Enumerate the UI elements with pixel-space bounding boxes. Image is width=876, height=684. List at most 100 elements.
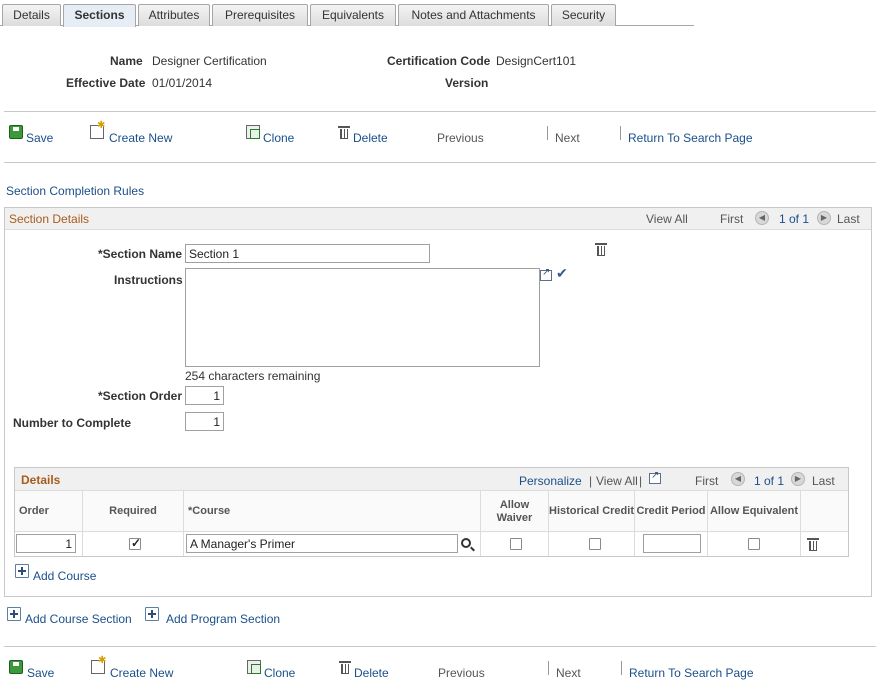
grid-view-all-link[interactable]: View All xyxy=(596,474,638,488)
grid-separator: | xyxy=(589,474,593,488)
credit-period-cell xyxy=(635,532,708,556)
save-button[interactable]: Save xyxy=(26,131,53,145)
toolbar-separator xyxy=(621,661,622,675)
tab-security[interactable]: Security xyxy=(551,4,616,26)
previous-button[interactable]: Previous xyxy=(437,131,484,145)
section-details-header: Section Details View All First ◀ 1 of 1 … xyxy=(5,208,871,230)
save-icon[interactable] xyxy=(9,660,23,674)
next-row-icon[interactable]: ▶ xyxy=(817,211,831,225)
column-required[interactable]: Required xyxy=(83,491,184,532)
instructions-label: Instructions xyxy=(114,273,183,287)
historical-credit-checkbox[interactable] xyxy=(589,538,601,550)
details-grid: Details Personalize | View All | First ◀… xyxy=(14,467,849,557)
grid-row-range: 1 of 1 xyxy=(754,474,785,488)
first-label: First xyxy=(720,212,744,226)
add-course-link[interactable]: Add Course xyxy=(33,569,96,583)
toolbar-separator xyxy=(547,126,548,140)
zoom-grid-icon[interactable] xyxy=(649,470,661,484)
required-checkbox[interactable] xyxy=(129,536,141,550)
section-details-title: Section Details xyxy=(9,212,90,226)
expand-icon[interactable] xyxy=(540,267,552,281)
add-program-section-icon[interactable] xyxy=(145,607,159,621)
delete-button[interactable]: Delete xyxy=(353,131,388,145)
section-name-input[interactable] xyxy=(185,244,430,263)
add-course-section-icon[interactable] xyxy=(7,607,21,621)
allow-waiver-checkbox[interactable] xyxy=(510,538,522,550)
tab-label: Attributes xyxy=(148,8,200,22)
allow-equivalent-checkbox[interactable] xyxy=(748,538,760,550)
section-name-label: *Section Name xyxy=(98,247,183,261)
allow-waiver-cell xyxy=(481,532,549,556)
clone-icon[interactable] xyxy=(246,125,260,139)
save-button[interactable]: Save xyxy=(27,666,54,680)
tab-prerequisites[interactable]: Prerequisites xyxy=(212,4,308,26)
next-button[interactable]: Next xyxy=(555,131,580,145)
save-icon[interactable] xyxy=(9,125,23,139)
tab-notes-and-attachments[interactable]: Notes and Attachments xyxy=(398,4,549,26)
previous-row-icon[interactable]: ◀ xyxy=(755,211,769,225)
number-to-complete-input[interactable] xyxy=(185,412,224,431)
add-course-icon[interactable] xyxy=(15,564,29,578)
grid-next-icon[interactable]: ▶ xyxy=(791,472,805,486)
delete-row-icon[interactable] xyxy=(807,537,819,551)
clone-button[interactable]: Clone xyxy=(264,666,295,680)
column-order[interactable]: Order xyxy=(15,491,83,532)
course-input[interactable] xyxy=(186,534,458,553)
effective-date-value: 01/01/2014 xyxy=(152,76,213,90)
column-course[interactable]: *Course xyxy=(184,491,481,532)
section-order-input[interactable] xyxy=(185,386,224,405)
required-cell xyxy=(83,532,184,556)
allow-equivalent-cell xyxy=(708,532,801,556)
personalize-link[interactable]: Personalize xyxy=(519,474,582,488)
create-new-button[interactable]: Create New xyxy=(110,666,173,680)
create-new-icon[interactable] xyxy=(91,655,106,674)
effective-date-label: Effective Date xyxy=(66,76,146,90)
column-allow-equivalent[interactable]: Allow Equivalent xyxy=(708,491,801,532)
delete-icon[interactable] xyxy=(338,125,350,139)
tab-bar: Details Sections Attributes Prerequisite… xyxy=(0,4,694,27)
details-grid-title: Details xyxy=(21,473,61,487)
add-program-section-link[interactable]: Add Program Section xyxy=(166,612,280,626)
delete-section-icon[interactable] xyxy=(595,242,607,256)
clone-icon[interactable] xyxy=(247,660,261,674)
create-new-icon[interactable] xyxy=(90,120,105,139)
return-to-search-button[interactable]: Return To Search Page xyxy=(628,131,753,145)
order-input[interactable] xyxy=(16,534,76,553)
divider xyxy=(4,111,876,112)
credit-period-input[interactable] xyxy=(643,534,701,553)
column-historical-credit[interactable]: Historical Credit xyxy=(549,491,635,532)
tab-sections[interactable]: Sections xyxy=(63,4,136,27)
spell-check-icon[interactable]: ✔ xyxy=(556,265,568,282)
grid-previous-icon[interactable]: ◀ xyxy=(731,472,745,486)
section-order-label: *Section Order xyxy=(98,389,183,403)
tab-attributes[interactable]: Attributes xyxy=(138,4,210,26)
create-new-button[interactable]: Create New xyxy=(109,131,172,145)
delete-icon[interactable] xyxy=(339,660,351,674)
tab-equivalents[interactable]: Equivalents xyxy=(310,4,396,26)
version-label: Version xyxy=(445,76,489,90)
order-cell xyxy=(15,532,83,556)
instructions-textarea[interactable] xyxy=(185,268,540,367)
divider xyxy=(4,162,876,163)
column-allow-waiver[interactable]: Allow Waiver xyxy=(481,491,549,532)
previous-button[interactable]: Previous xyxy=(438,666,485,680)
grid-last-label: Last xyxy=(812,474,835,488)
next-button[interactable]: Next xyxy=(556,666,581,680)
return-to-search-button[interactable]: Return To Search Page xyxy=(629,666,754,680)
certification-code-label: Certification Code xyxy=(387,54,491,68)
column-credit-period[interactable]: Credit Period xyxy=(635,491,708,532)
delete-button[interactable]: Delete xyxy=(354,666,389,680)
historical-credit-cell xyxy=(549,532,635,556)
add-course-section-link[interactable]: Add Course Section xyxy=(25,612,132,626)
toolbar-separator xyxy=(548,661,549,675)
section-completion-rules-link[interactable]: Section Completion Rules xyxy=(6,184,144,198)
row-range: 1 of 1 xyxy=(779,212,810,226)
name-label: Name xyxy=(110,54,143,68)
tab-details[interactable]: Details xyxy=(2,4,61,26)
clone-button[interactable]: Clone xyxy=(263,131,294,145)
view-all-link[interactable]: View All xyxy=(646,212,688,226)
search-icon[interactable] xyxy=(461,538,471,548)
grid-first-label: First xyxy=(695,474,719,488)
row-actions-cell xyxy=(801,532,848,556)
divider xyxy=(4,646,876,647)
